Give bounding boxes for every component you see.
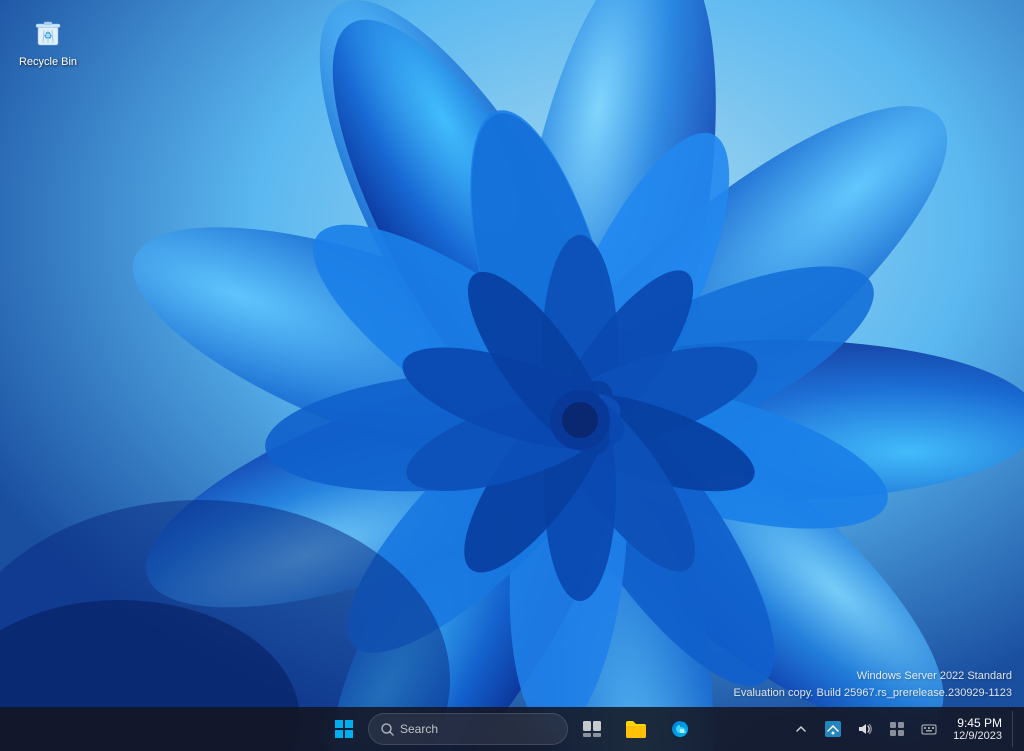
recycle-bin-label: Recycle Bin <box>19 56 77 69</box>
edge-browser-button[interactable] <box>660 709 700 749</box>
clock-date: 12/9/2023 <box>953 730 1002 742</box>
notifications-tray-icon[interactable] <box>883 715 911 743</box>
task-view-button[interactable] <box>572 709 612 749</box>
network-icon <box>825 721 841 737</box>
desktop: ♻ Recycle Bin Windows Server 2022 Standa… <box>0 0 1024 751</box>
file-explorer-icon <box>626 720 646 738</box>
recycle-bin-icon[interactable]: ♻ Recycle Bin <box>8 8 88 73</box>
recycle-bin-graphic: ♻ <box>28 12 68 52</box>
task-view-icon <box>583 721 601 737</box>
volume-icon <box>857 721 873 737</box>
clock-time: 9:45 PM <box>957 716 1002 730</box>
taskbar: Search <box>0 707 1024 751</box>
network-tray-icon[interactable] <box>819 715 847 743</box>
keyboard-tray-icon[interactable] <box>915 715 943 743</box>
chevron-up-icon <box>796 724 806 734</box>
search-icon <box>381 723 394 736</box>
tray-overflow-button[interactable] <box>787 715 815 743</box>
show-desktop-button[interactable] <box>1012 711 1016 747</box>
edge-icon <box>670 719 690 739</box>
notifications-icon <box>889 721 905 737</box>
file-explorer-button[interactable] <box>616 709 656 749</box>
taskbar-right: 9:45 PM 12/9/2023 <box>787 711 1016 747</box>
search-placeholder: Search <box>400 722 438 736</box>
taskbar-center: Search <box>324 709 700 749</box>
search-bar[interactable]: Search <box>368 713 568 745</box>
wallpaper <box>0 0 1024 751</box>
clock[interactable]: 9:45 PM 12/9/2023 <box>947 714 1008 744</box>
keyboard-icon <box>921 721 937 737</box>
volume-tray-icon[interactable] <box>851 715 879 743</box>
start-button[interactable] <box>324 709 364 749</box>
